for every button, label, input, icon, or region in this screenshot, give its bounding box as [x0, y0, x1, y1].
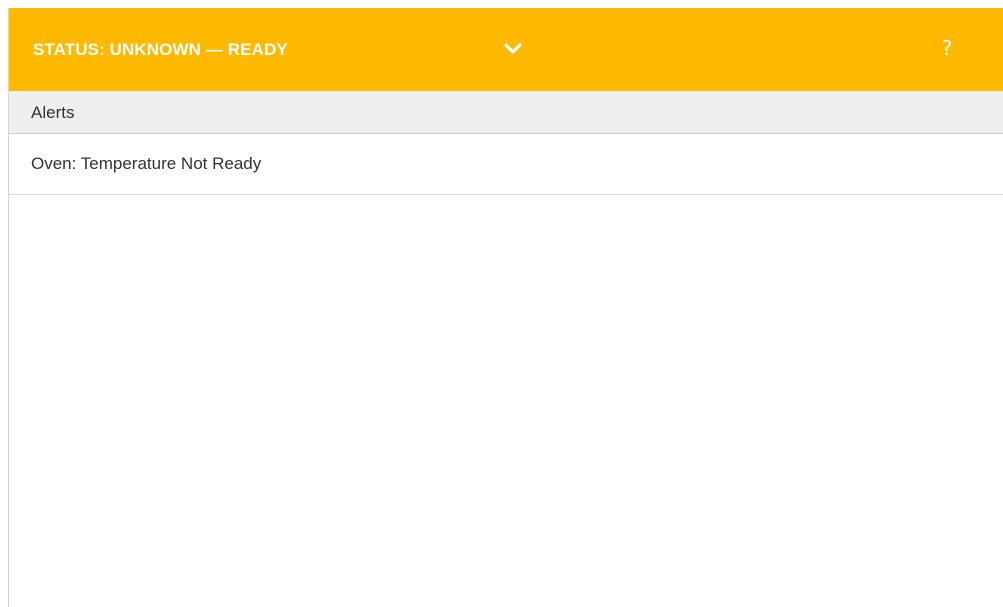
help-button[interactable]: ?	[935, 33, 959, 63]
alert-item[interactable]: Oven: Temperature Not Ready	[9, 134, 1003, 195]
status-title: STATUS: UNKNOWN — READY	[33, 40, 288, 59]
status-bar[interactable]: STATUS: UNKNOWN — READY ?	[9, 8, 1003, 91]
alerts-section-header: Alerts	[9, 91, 1003, 134]
status-panel: STATUS: UNKNOWN — READY ? Alerts Oven: T…	[8, 8, 1003, 607]
chevron-down-icon[interactable]	[501, 37, 525, 61]
